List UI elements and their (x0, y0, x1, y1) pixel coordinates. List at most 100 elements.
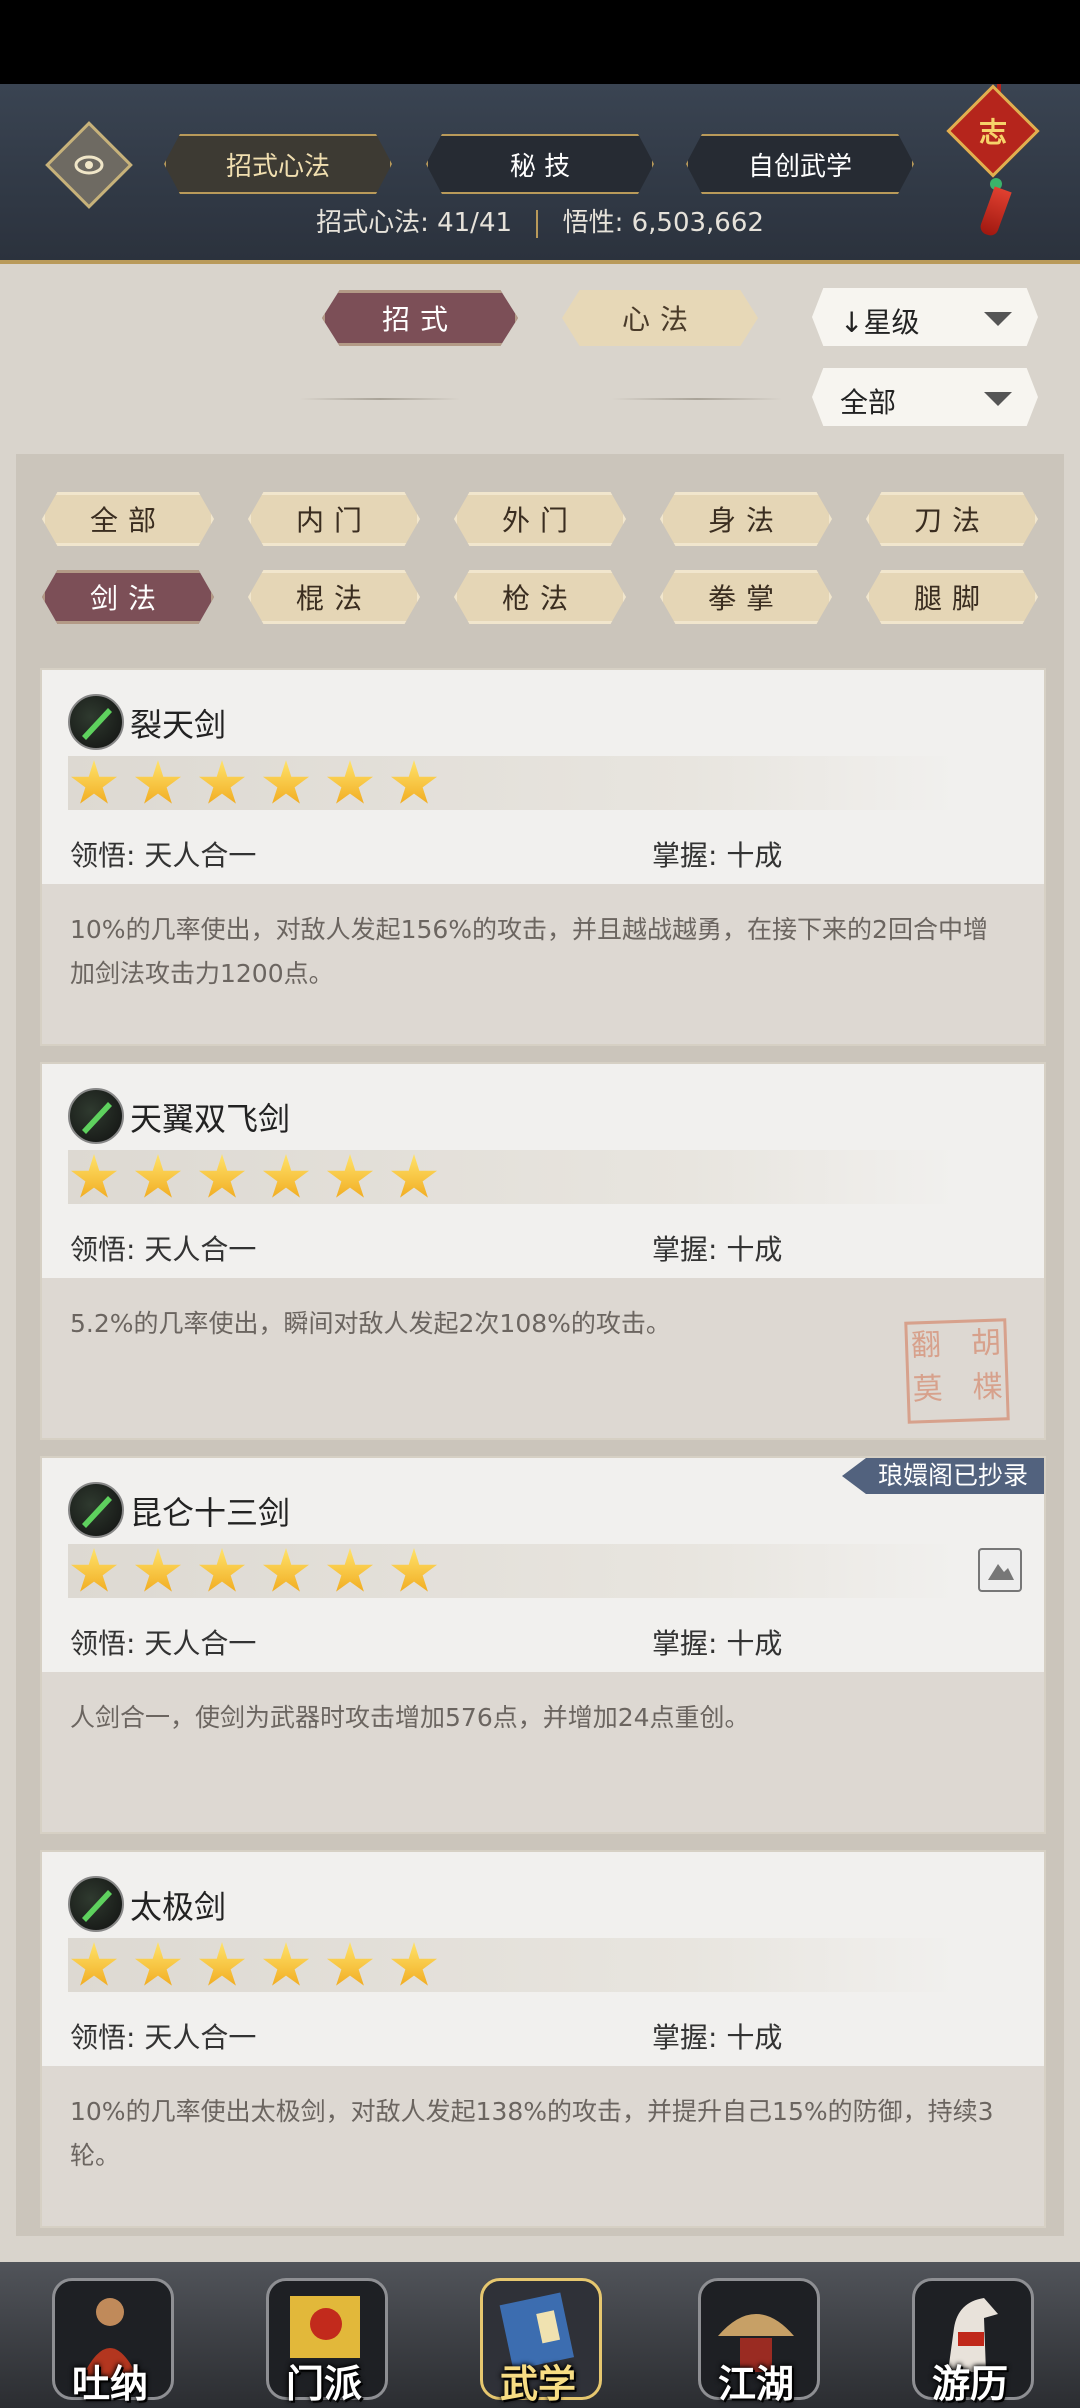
filter-blade[interactable]: 刀法 (866, 492, 1038, 546)
ambition-knot-label: 志 (978, 116, 1007, 149)
filter-spear[interactable]: 枪法 (454, 570, 626, 624)
skill-description: 人剑合一，使剑为武器时攻击增加576点，并增加24点重创。 (70, 1703, 750, 1732)
moves-count-label: 招式心法: (316, 208, 429, 238)
insight-label: 悟性: (562, 208, 624, 238)
moves-count-value: 41/41 (437, 208, 513, 238)
star-icon (70, 1548, 118, 1592)
star-icon (262, 1548, 310, 1592)
nav-label: 江湖 (717, 2362, 794, 2406)
comprehension-text: 领悟: 天人合一 (70, 1233, 257, 1266)
skill-name: 昆仑十三剑 (130, 1494, 291, 1532)
mastery-text: 掌握: 十成 (652, 2021, 783, 2054)
nav-martial-arts[interactable]: 武学 (472, 2270, 604, 2406)
chevron-down-icon (984, 392, 1012, 406)
filter-movement[interactable]: 身法 (660, 492, 832, 546)
skill-name: 天翼双飞剑 (130, 1100, 291, 1138)
filter-fist[interactable]: 拳掌 (660, 570, 832, 624)
copied-badge: 琅嬛阁已抄录 (841, 1458, 1044, 1494)
header: 招式心法 秘 技 自创武学 招式心法: 41/41 悟性: 6,503,662 (0, 84, 1080, 264)
mastery-text: 掌握: 十成 (652, 839, 783, 872)
star-icon (326, 760, 374, 804)
star-icon (262, 1942, 310, 1986)
filter-inner[interactable]: 内门 (248, 492, 420, 546)
filter-sword[interactable]: 剑法 (42, 570, 214, 624)
star-icon (390, 1548, 438, 1592)
star-icon (70, 1154, 118, 1198)
skill-description: 5.2%的几率使出，瞬间对敌人发起2次108%的攻击。 (70, 1309, 671, 1338)
star-icon (326, 1942, 374, 1986)
nav-breathing[interactable]: 吐纳 (44, 2270, 176, 2406)
mastery-text: 掌握: 十成 (652, 1233, 783, 1266)
star-icon (198, 1154, 246, 1198)
insight-value: 6,503,662 (631, 208, 764, 238)
star-icon (198, 1942, 246, 1986)
category-dropdown[interactable]: 全部 (812, 368, 1038, 426)
sword-skill-icon (68, 1088, 124, 1144)
visibility-toggle-button[interactable] (45, 121, 133, 209)
filter-staff[interactable]: 棍法 (248, 570, 420, 624)
star-rating (68, 1938, 958, 1992)
comprehension-text: 领悟: 天人合一 (70, 2021, 257, 2054)
subtab-moves[interactable]: 招式 (322, 290, 518, 346)
skill-card[interactable]: 琅嬛阁已抄录 昆仑十三剑 领悟: 天人合一 掌握: 十成 人剑合一，使剑为武器时… (40, 1456, 1046, 1834)
mastery-text: 掌握: 十成 (652, 1627, 783, 1660)
sword-skill-icon (68, 1876, 124, 1932)
star-icon (70, 760, 118, 804)
category-dropdown-label: 全部 (840, 386, 897, 419)
stats-divider (536, 209, 539, 238)
red-seal-stamp: 翻 胡 莫 楪 (904, 1318, 1010, 1424)
mountain-scroll-icon[interactable] (978, 1548, 1022, 1592)
filter-leg[interactable]: 腿脚 (866, 570, 1038, 624)
subtab-methods[interactable]: 心法 (562, 290, 758, 346)
sort-dropdown-label: ↓星级 (840, 306, 920, 339)
star-icon (134, 1154, 182, 1198)
skill-description: 10%的几率使出太极剑，对敌人发起138%的攻击，并提升自己15%的防御，持续3… (70, 2097, 994, 2170)
star-rating (68, 1150, 958, 1204)
star-icon (326, 1548, 374, 1592)
nav-label: 吐纳 (71, 2362, 148, 2406)
skill-card[interactable]: 天翼双飞剑 领悟: 天人合一 掌握: 十成 5.2%的几率使出，瞬间对敌人发起2… (40, 1062, 1046, 1440)
chevron-down-icon (984, 312, 1012, 326)
bottom-navigation: 吐纳 门派 武学 江湖 游历 (0, 2262, 1080, 2408)
divider-left (300, 398, 460, 400)
star-icon (70, 1942, 118, 1986)
skill-card[interactable]: 裂天剑 领悟: 天人合一 掌握: 十成 10%的几率使出，对敌人发起156%的攻… (40, 668, 1046, 1046)
nav-label: 武学 (499, 2362, 576, 2406)
nav-label: 游历 (931, 2362, 1008, 2406)
status-bar (0, 0, 1080, 84)
nav-sect[interactable]: 门派 (258, 2270, 390, 2406)
star-icon (198, 760, 246, 804)
sort-dropdown[interactable]: ↓星级 (812, 288, 1038, 346)
filter-all[interactable]: 全部 (42, 492, 214, 546)
star-rating (68, 1544, 958, 1598)
skill-description: 10%的几率使出，对敌人发起156%的攻击，并且越战越勇，在接下来的2回合中增加… (70, 915, 988, 988)
star-icon (198, 1548, 246, 1592)
nav-label: 门派 (285, 2362, 362, 2406)
tab-secret-skills[interactable]: 秘 技 (426, 134, 654, 194)
sword-skill-icon (68, 1482, 124, 1538)
sword-skill-icon (68, 694, 124, 750)
comprehension-text: 领悟: 天人合一 (70, 1627, 257, 1660)
stats-line: 招式心法: 41/41 悟性: 6,503,662 (0, 202, 1080, 239)
star-icon (134, 760, 182, 804)
divider-right (612, 398, 782, 400)
comprehension-text: 领悟: 天人合一 (70, 839, 257, 872)
star-icon (134, 1548, 182, 1592)
star-icon (390, 1942, 438, 1986)
star-icon (390, 760, 438, 804)
star-icon (262, 760, 310, 804)
filter-outer[interactable]: 外门 (454, 492, 626, 546)
nav-jianghu[interactable]: 江湖 (690, 2270, 822, 2406)
star-icon (326, 1154, 374, 1198)
skill-name: 裂天剑 (130, 706, 227, 744)
tab-self-created[interactable]: 自创武学 (686, 134, 914, 194)
star-icon (262, 1154, 310, 1198)
tab-moves-methods[interactable]: 招式心法 (164, 134, 392, 194)
skill-name: 太极剑 (130, 1888, 227, 1926)
star-icon (390, 1154, 438, 1198)
eye-icon (74, 155, 104, 175)
nav-travel[interactable]: 游历 (904, 2270, 1036, 2406)
star-icon (134, 1942, 182, 1986)
skill-card[interactable]: 太极剑 领悟: 天人合一 掌握: 十成 10%的几率使出太极剑，对敌人发起138… (40, 1850, 1046, 2228)
star-rating (68, 756, 958, 810)
